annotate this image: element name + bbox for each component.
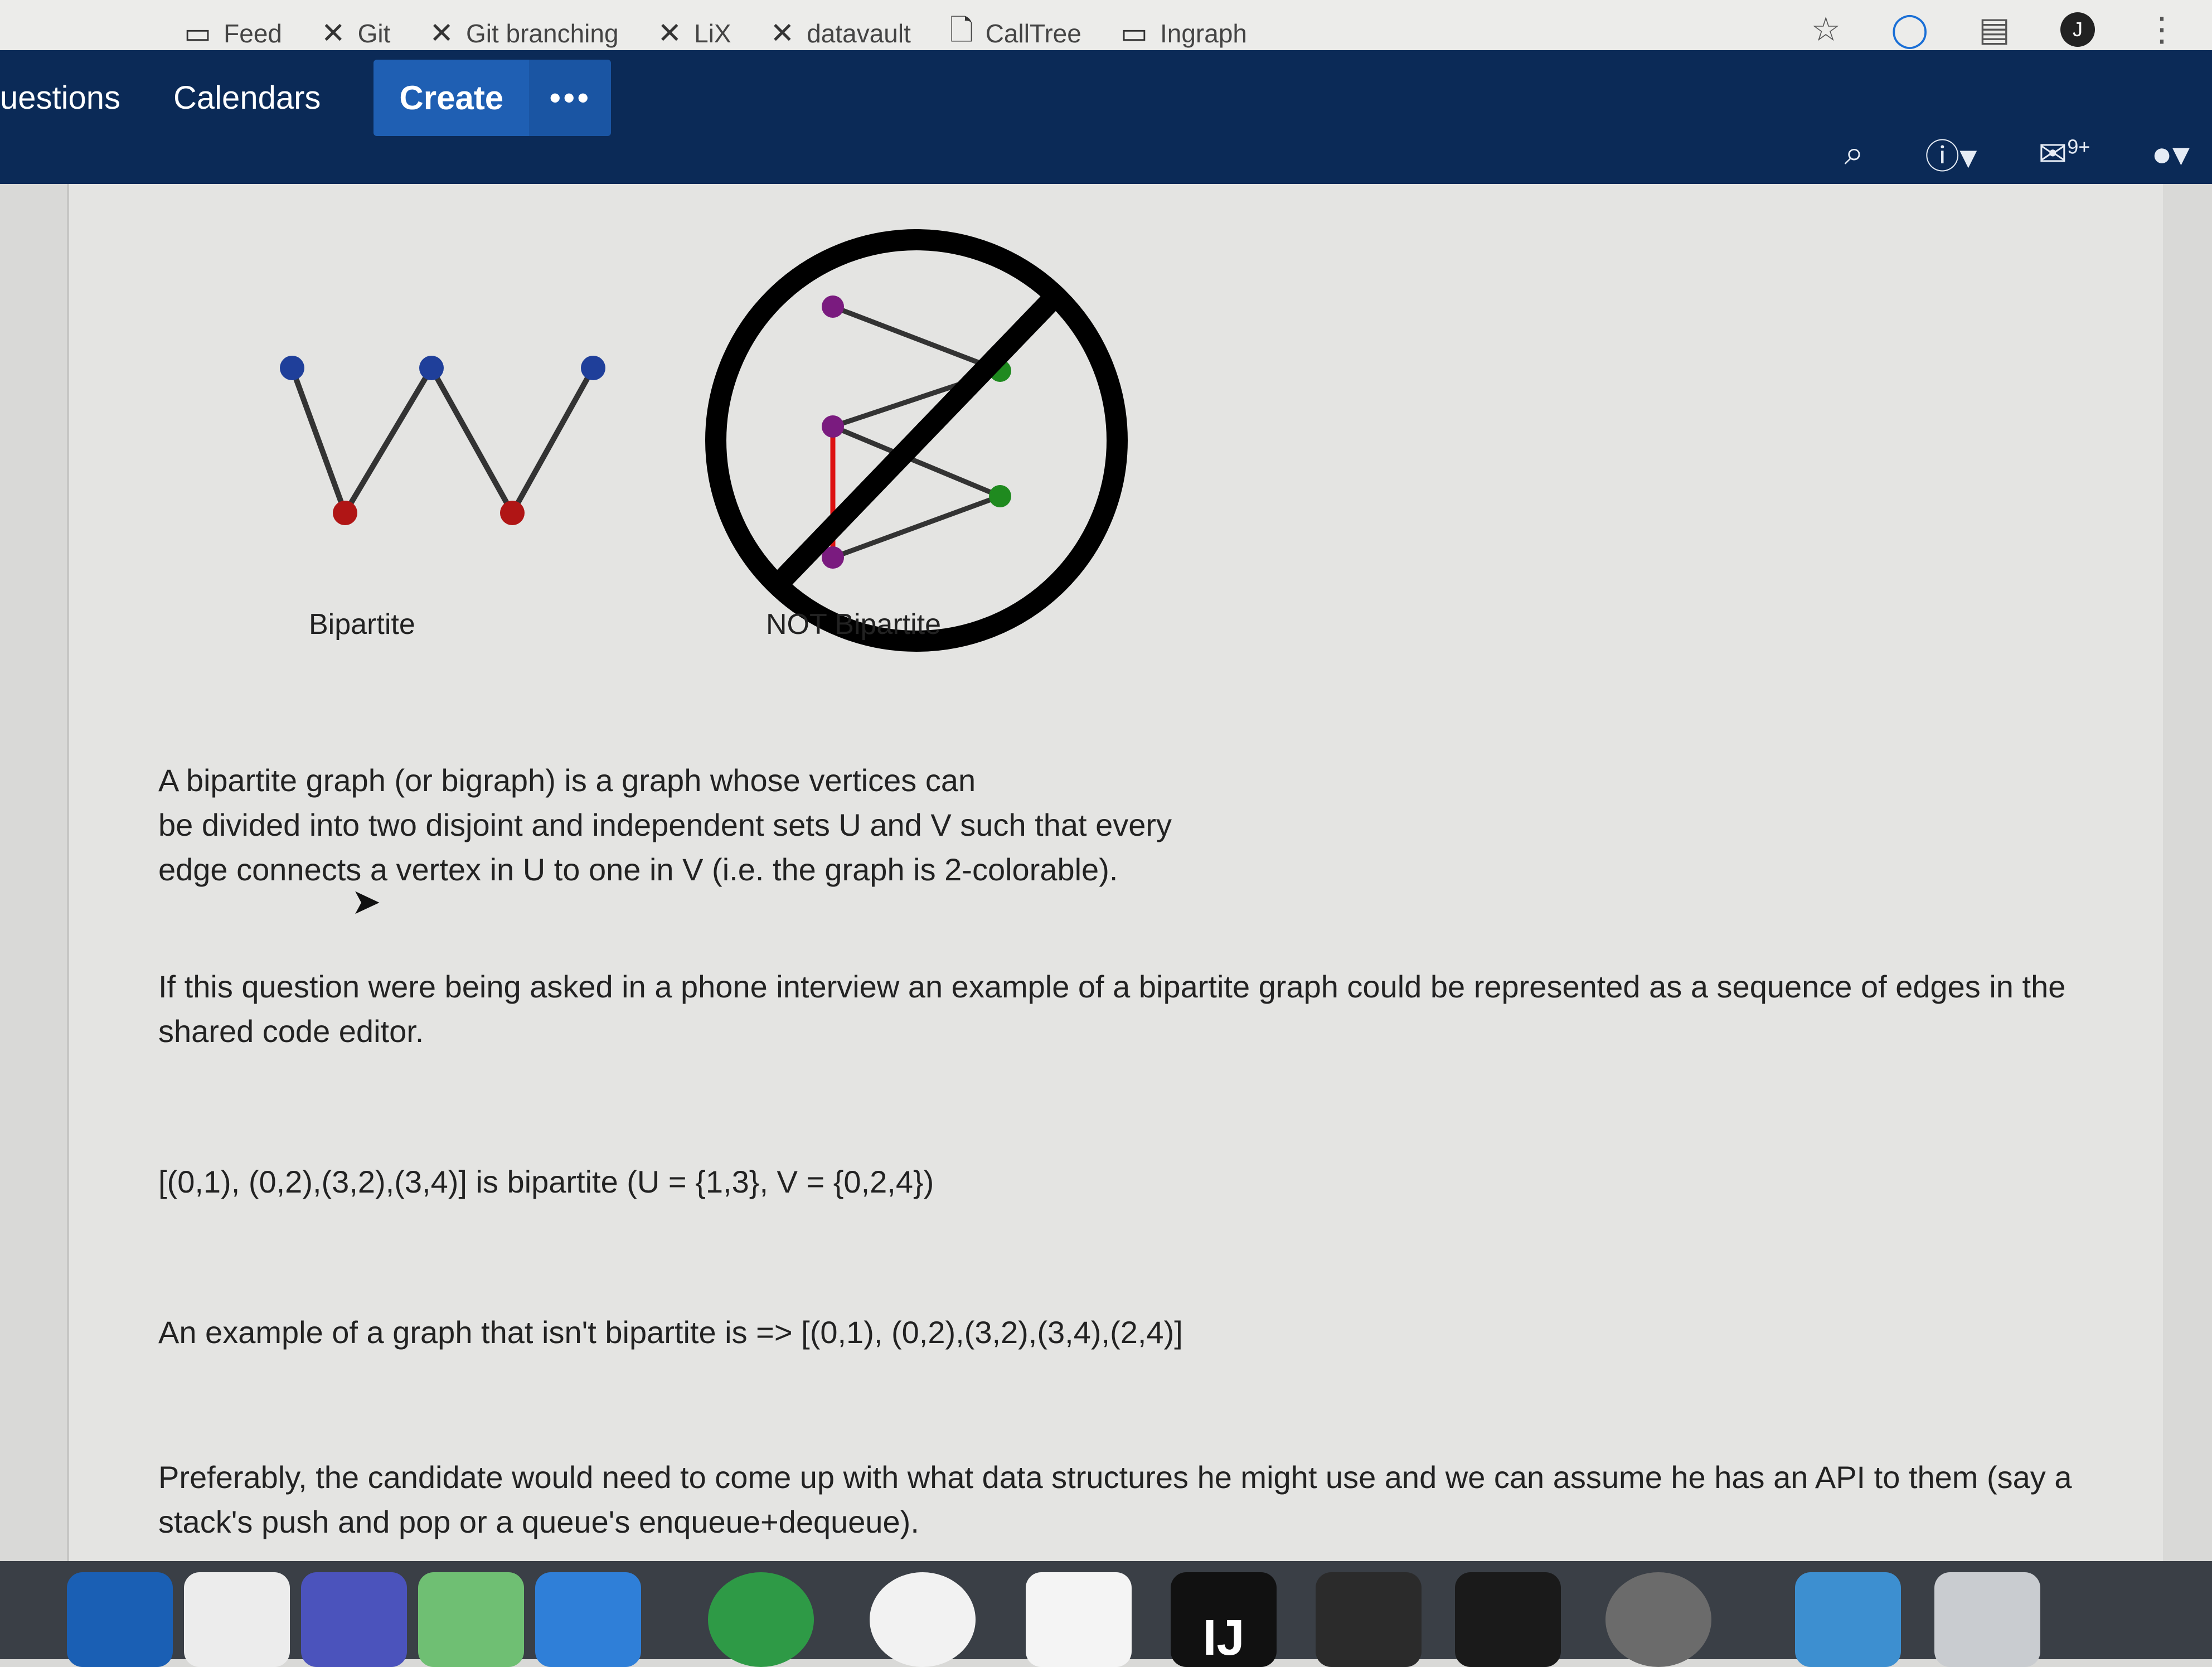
vertex-blue bbox=[419, 356, 444, 380]
maps-icon[interactable] bbox=[418, 1572, 524, 1667]
definition-paragraph: A bipartite graph (or bigraph) is a grap… bbox=[158, 758, 1385, 892]
edge bbox=[289, 367, 348, 514]
menu-icon[interactable]: ⋮ bbox=[2145, 10, 2179, 49]
bookmark-datavault[interactable]: ✕ datavault bbox=[770, 17, 911, 50]
avatar[interactable]: J bbox=[2060, 12, 2095, 47]
jira-icon: ✕ bbox=[429, 17, 454, 50]
edge bbox=[510, 366, 596, 515]
not-bipartite-caption: NOT Bipartite bbox=[766, 608, 942, 641]
box-icon: ▭ bbox=[184, 17, 212, 50]
bipartite-caption: Bipartite bbox=[309, 608, 415, 641]
mail-icon[interactable] bbox=[535, 1572, 641, 1667]
prohibition-slash bbox=[764, 282, 1069, 599]
jira-icon: ✕ bbox=[770, 17, 795, 50]
create-button[interactable]: Create bbox=[373, 59, 530, 136]
nav-calendars[interactable]: Calendars bbox=[173, 79, 321, 117]
not-bipartite-diagram bbox=[705, 229, 1128, 652]
bookmark-label: LiX bbox=[694, 19, 731, 48]
downloads-icon[interactable] bbox=[1795, 1572, 1901, 1667]
vertex-green bbox=[989, 485, 1011, 507]
sublime-icon[interactable] bbox=[1316, 1572, 1422, 1667]
bookmark-label: Feed bbox=[224, 19, 282, 48]
non-bipartite-example: An example of a graph that isn't biparti… bbox=[158, 1315, 1183, 1350]
bookmark-label: Git branching bbox=[465, 19, 619, 48]
notes-icon[interactable] bbox=[184, 1572, 290, 1667]
page-content: Bipartite NOT Bipartite A bipartite grap… bbox=[67, 184, 2163, 1578]
bookmark-label: Git bbox=[357, 19, 391, 48]
nav-questions[interactable]: uestions bbox=[0, 79, 120, 117]
bookmark-label: Ingraph bbox=[1160, 19, 1247, 48]
vertex-purple bbox=[822, 415, 844, 438]
vertex-blue bbox=[280, 356, 304, 380]
star-icon[interactable]: ☆ bbox=[1811, 10, 1841, 49]
edge bbox=[832, 304, 1001, 374]
user-icon[interactable]: ●▾ bbox=[2151, 133, 2190, 174]
bookmark-lix[interactable]: ✕ LiX bbox=[658, 17, 731, 50]
outlook-icon[interactable] bbox=[67, 1572, 173, 1667]
settings-icon[interactable] bbox=[1605, 1572, 1711, 1667]
paragraph-line: edge connects a vertex in U to one in V … bbox=[158, 852, 1118, 887]
bookmark-label: CallTree bbox=[985, 19, 1081, 48]
vertex-purple bbox=[822, 295, 844, 318]
notifications-icon[interactable]: ✉9+ bbox=[2038, 133, 2090, 174]
extension-icon[interactable]: ▤ bbox=[1978, 10, 2010, 49]
more-button[interactable]: ••• bbox=[529, 59, 612, 136]
interview-paragraph: If this question were being asked in a p… bbox=[158, 969, 2066, 1049]
jira-icon: ✕ bbox=[321, 17, 346, 50]
bipartite-example: [(0,1), (0,2),(3,2),(3,4)] is bipartite … bbox=[158, 1164, 934, 1199]
nav-left: uestions Calendars Create ••• bbox=[0, 56, 612, 139]
nav-right: ⌕ ⓘ▾ ✉9+ ●▾ bbox=[1845, 128, 2190, 178]
chrome-icon[interactable] bbox=[708, 1572, 814, 1667]
paragraph-line: A bipartite graph (or bigraph) is a grap… bbox=[158, 763, 976, 798]
terminal-icon[interactable] bbox=[1455, 1572, 1561, 1667]
dock: IJ bbox=[0, 1561, 2212, 1667]
bookmark-git-branching[interactable]: ✕ Git branching bbox=[429, 17, 618, 50]
bookmark-git[interactable]: ✕ Git bbox=[321, 17, 390, 50]
candidate-paragraph: Preferably, the candidate would need to … bbox=[158, 1460, 2072, 1539]
wifi-icon[interactable] bbox=[870, 1572, 976, 1667]
slack-icon[interactable] bbox=[1026, 1572, 1132, 1667]
edge bbox=[429, 366, 515, 515]
folder-icon: ▭ bbox=[1120, 17, 1148, 50]
jira-icon: ✕ bbox=[657, 17, 682, 50]
intellij-icon[interactable]: IJ bbox=[1171, 1572, 1277, 1667]
extension-icon[interactable]: ◯ bbox=[1891, 10, 1928, 49]
intellij-label: IJ bbox=[1202, 1610, 1245, 1666]
vertex-red bbox=[333, 501, 357, 525]
bookmark-label: datavault bbox=[807, 19, 911, 48]
help-icon[interactable]: ⓘ▾ bbox=[1925, 128, 1977, 178]
paragraph-line: be divided into two disjoint and indepen… bbox=[158, 807, 1172, 842]
bookmark-ingraph[interactable]: ▭ Ingraph bbox=[1120, 17, 1247, 50]
vertex-red bbox=[500, 501, 525, 525]
search-icon[interactable]: ⌕ bbox=[1845, 133, 1864, 173]
teams-icon[interactable] bbox=[301, 1572, 407, 1667]
vertex-blue bbox=[581, 356, 605, 380]
bookmark-feed[interactable]: ▭ Feed bbox=[184, 17, 282, 50]
trash-icon[interactable] bbox=[1934, 1572, 2040, 1667]
notification-badge: 9+ bbox=[2067, 134, 2090, 158]
browser-toolbar-right: ☆ ◯ ▤ J ⋮ bbox=[1811, 10, 2179, 49]
edge bbox=[342, 366, 434, 515]
mouse-cursor-icon: ➤ bbox=[351, 881, 381, 922]
